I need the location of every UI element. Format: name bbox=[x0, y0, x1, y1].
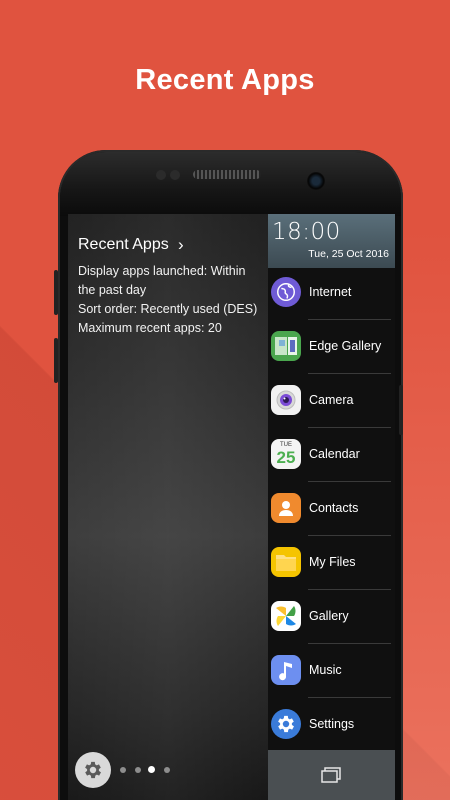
app-item-music[interactable]: Music bbox=[268, 644, 395, 698]
phone-screen: Recent Apps › Display apps launched: Wit… bbox=[68, 214, 395, 800]
app-label-gallery: Gallery bbox=[309, 609, 349, 623]
panel-line-display-cont: the past day bbox=[78, 283, 147, 297]
calendar-day: 25 bbox=[276, 448, 296, 467]
front-camera bbox=[307, 172, 325, 190]
page-dot-2[interactable] bbox=[135, 767, 141, 773]
proximity-sensor bbox=[156, 170, 166, 180]
recent-apps-icon bbox=[320, 767, 341, 783]
phone-top-bezel bbox=[60, 152, 401, 216]
app-item-edge-gallery[interactable]: Edge Gallery bbox=[268, 320, 395, 374]
app-item-calendar[interactable]: TUE 25 Calendar bbox=[268, 428, 395, 482]
app-item-gallery[interactable]: Gallery bbox=[268, 590, 395, 644]
internet-icon bbox=[271, 277, 301, 307]
app-label-camera: Camera bbox=[309, 393, 354, 407]
contacts-icon bbox=[271, 493, 301, 523]
chevron-right-icon[interactable]: › bbox=[178, 235, 184, 255]
page-dot-4[interactable] bbox=[164, 767, 170, 773]
panel-line-sort: Sort order: Recently used (DES) bbox=[78, 302, 258, 316]
earpiece-speaker bbox=[193, 170, 261, 179]
page-dot-3-active[interactable] bbox=[148, 766, 155, 773]
app-item-internet[interactable]: Internet bbox=[268, 266, 395, 320]
app-item-settings[interactable]: Settings bbox=[268, 698, 395, 752]
gallery-icon bbox=[271, 601, 301, 631]
volume-key-2 bbox=[54, 338, 58, 383]
edge-gallery-icon bbox=[271, 331, 301, 361]
music-icon bbox=[271, 655, 301, 685]
app-item-camera[interactable]: Camera bbox=[268, 374, 395, 428]
clock-header: 18:00 Tue, 25 Oct 2016 bbox=[268, 214, 395, 268]
app-label-internet: Internet bbox=[309, 285, 352, 299]
app-item-my-files[interactable]: My Files bbox=[268, 536, 395, 590]
panel-settings-button[interactable] bbox=[75, 752, 111, 788]
calendar-icon: TUE 25 bbox=[271, 439, 301, 469]
app-item-contacts[interactable]: Contacts bbox=[268, 482, 395, 536]
panel-line-max: Maximum recent apps: 20 bbox=[78, 321, 222, 335]
hero-title: Recent Apps bbox=[135, 64, 315, 96]
camera-icon bbox=[271, 385, 301, 415]
gear-icon bbox=[85, 761, 101, 779]
edge-panel: 18:00 Tue, 25 Oct 2016 Internet Edge Gal… bbox=[268, 214, 395, 800]
recent-apps-button[interactable] bbox=[268, 750, 395, 800]
app-label-my-files: My Files bbox=[309, 555, 356, 569]
light-sensor bbox=[170, 170, 180, 180]
panel-line-display: Display apps launched: Within bbox=[78, 264, 246, 278]
panel-title[interactable]: Recent Apps bbox=[78, 236, 169, 254]
volume-key bbox=[54, 270, 58, 315]
app-label-calendar: Calendar bbox=[309, 447, 360, 461]
app-label-contacts: Contacts bbox=[309, 501, 359, 515]
my-files-icon bbox=[271, 547, 301, 577]
settings-icon bbox=[271, 709, 301, 739]
clock-date: Tue, 25 Oct 2016 bbox=[308, 248, 389, 260]
app-label-settings: Settings bbox=[309, 717, 355, 731]
clock-time: 18:00 bbox=[272, 219, 341, 245]
power-key bbox=[399, 385, 403, 435]
app-label-edge-gallery: Edge Gallery bbox=[309, 339, 382, 353]
app-label-music: Music bbox=[309, 663, 342, 677]
background-fade bbox=[400, 230, 450, 800]
page-dot-1[interactable] bbox=[120, 767, 126, 773]
